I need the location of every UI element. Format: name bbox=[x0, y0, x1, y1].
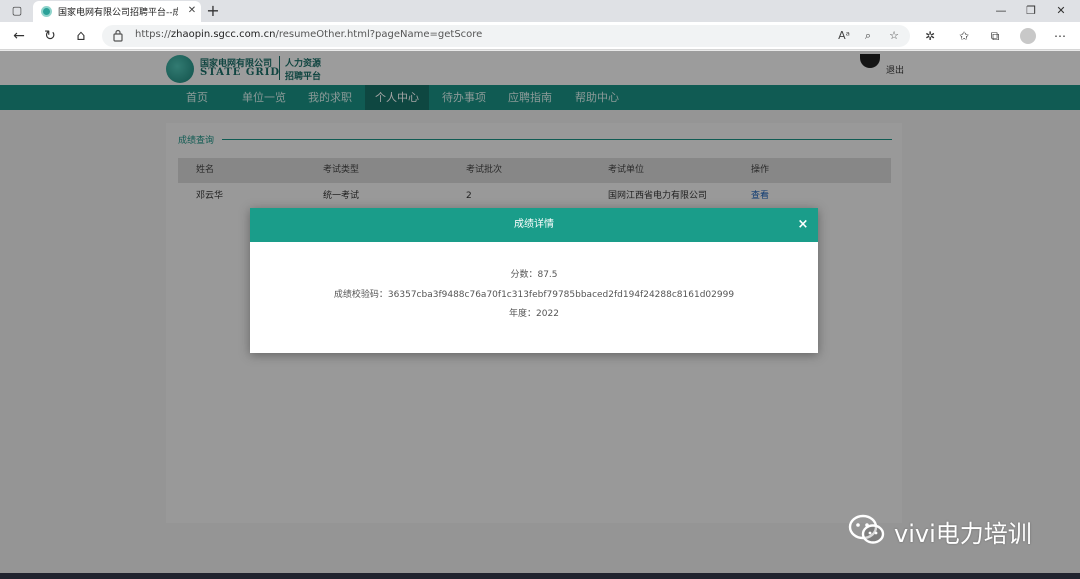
zoom-icon[interactable]: ⌕ bbox=[860, 28, 876, 44]
taskbar-strip bbox=[0, 573, 1080, 579]
back-icon[interactable]: ← bbox=[10, 27, 28, 45]
extensions-icon[interactable]: ✲ bbox=[922, 28, 938, 44]
address-bar[interactable]: https://zhaopin.sgcc.com.cn/resumeOther.… bbox=[102, 25, 910, 47]
read-aloud-icon[interactable]: Aᵃ bbox=[836, 28, 852, 44]
home-icon[interactable]: ⌂ bbox=[72, 27, 90, 45]
browser-tab-bar: ▢ 国家电网有限公司招聘平台--成绩 ✕ + — ❐ ✕ bbox=[0, 0, 1080, 22]
collections-icon[interactable]: ⧉ bbox=[987, 28, 1003, 44]
refresh-icon[interactable]: ↻ bbox=[41, 27, 59, 45]
favorite-add-icon[interactable]: ☆ bbox=[886, 28, 902, 44]
score-year: 年度：2022 bbox=[509, 309, 559, 319]
tab-title: 国家电网有限公司招聘平台--成绩 bbox=[58, 8, 178, 18]
verification-code: 成绩校验码：36357cba3f9488c76a70f1c313febf7978… bbox=[333, 290, 735, 300]
site-favicon-icon bbox=[41, 6, 52, 17]
browser-toolbar: ← ↻ ⌂ https://zhaopin.sgcc.com.cn/resume… bbox=[0, 22, 1080, 50]
minimize-icon[interactable]: — bbox=[993, 3, 1009, 19]
window-close-icon[interactable]: ✕ bbox=[1053, 3, 1069, 19]
favorites-icon[interactable]: ✩ bbox=[956, 28, 972, 44]
watermark-text: vivi电力培训 bbox=[894, 520, 1032, 548]
url-text[interactable]: https://zhaopin.sgcc.com.cn/resumeOther.… bbox=[135, 29, 482, 40]
tab-close-icon[interactable]: ✕ bbox=[185, 4, 199, 18]
tab-actions-icon[interactable]: ▢ bbox=[9, 3, 25, 19]
browser-tab[interactable]: 国家电网有限公司招聘平台--成绩 ✕ bbox=[33, 1, 201, 22]
wechat-icon bbox=[848, 514, 885, 544]
restore-icon[interactable]: ❐ bbox=[1023, 3, 1039, 19]
profile-avatar[interactable] bbox=[1020, 28, 1036, 44]
score-detail-modal: 成绩详情 × 分数：87.5 成绩校验码：36357cba3f9488c76a7… bbox=[250, 208, 818, 353]
lock-icon bbox=[113, 29, 123, 42]
modal-header: 成绩详情 × bbox=[250, 208, 818, 242]
modal-close-button[interactable]: × bbox=[796, 217, 810, 233]
modal-title: 成绩详情 bbox=[514, 219, 554, 230]
more-menu-icon[interactable]: ⋯ bbox=[1052, 28, 1068, 44]
new-tab-icon[interactable]: + bbox=[204, 2, 222, 20]
score-value: 分数：87.5 bbox=[510, 270, 558, 280]
